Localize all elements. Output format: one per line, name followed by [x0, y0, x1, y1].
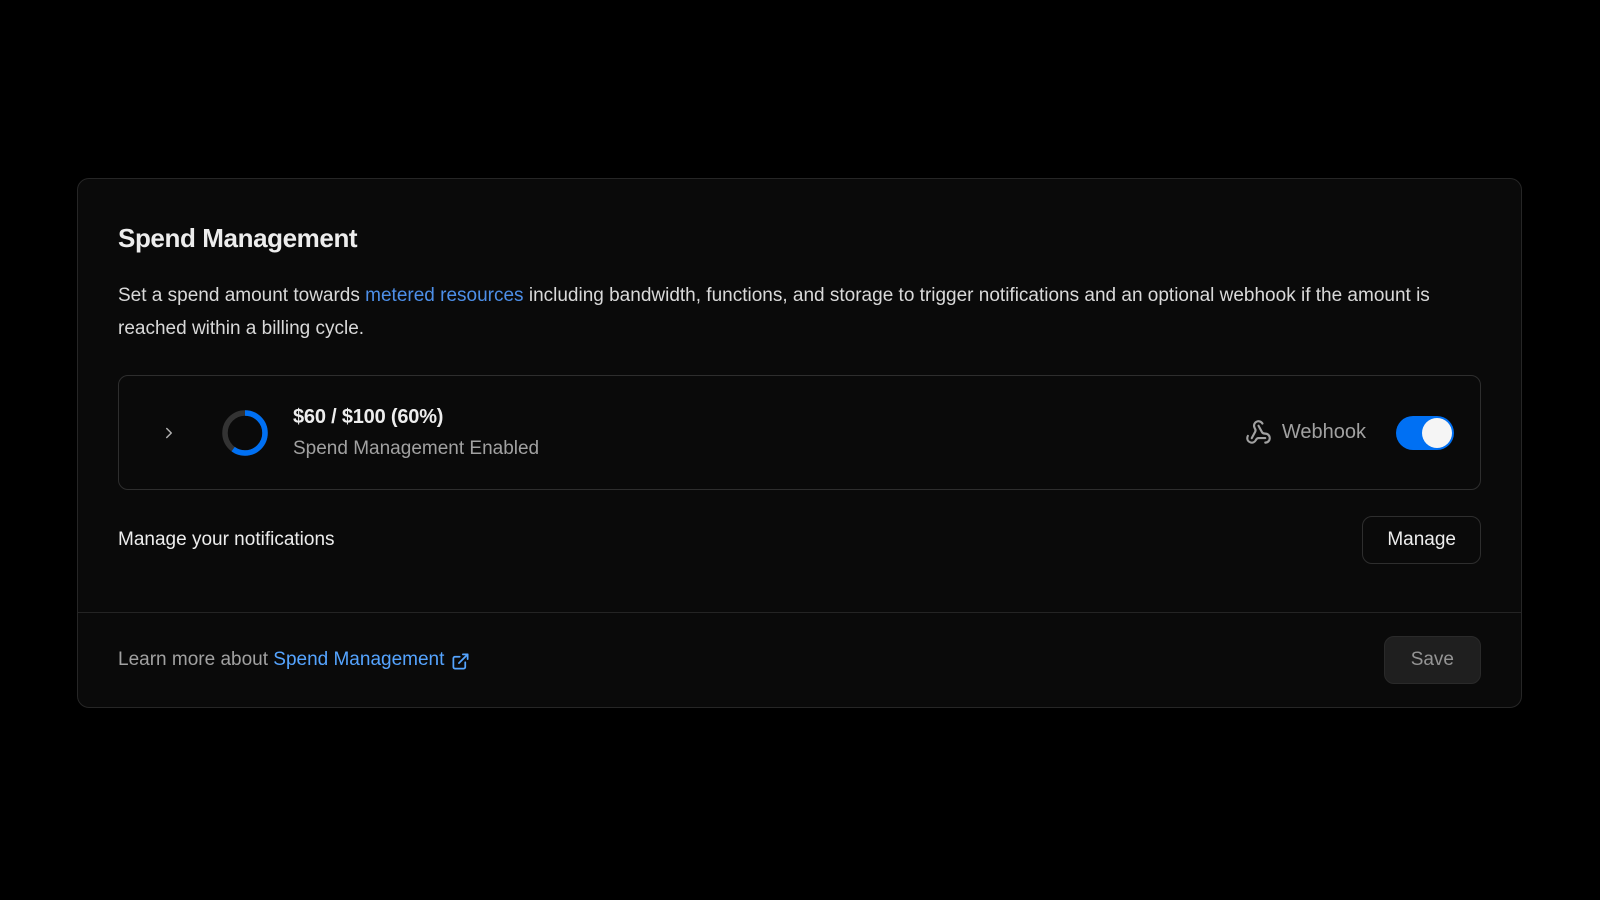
spend-status-textblock: $60 / $100 (60%) Spend Management Enable… [293, 406, 539, 460]
webhook-toggle-knob [1422, 418, 1452, 448]
spend-management-doc-link[interactable]: Spend Management [273, 649, 470, 671]
spend-management-card: Spend Management Set a spend amount towa… [77, 178, 1522, 708]
learn-more-text: Learn more about Spend Management [118, 649, 470, 671]
external-link-icon [451, 652, 470, 671]
save-button[interactable]: Save [1384, 636, 1481, 684]
webhook-group: Webhook [1245, 416, 1454, 450]
learn-more-prefix: Learn more about [118, 649, 273, 670]
description-text-before: Set a spend amount towards [118, 285, 365, 306]
spend-management-link-label: Spend Management [273, 649, 444, 671]
spend-status-text: Spend Management Enabled [293, 438, 539, 460]
card-title: Spend Management [118, 223, 1481, 254]
manage-button[interactable]: Manage [1362, 516, 1481, 564]
card-footer: Learn more about Spend Management Save [78, 612, 1521, 707]
spend-status-panel: $60 / $100 (60%) Spend Management Enable… [118, 375, 1481, 490]
notifications-label: Manage your notifications [118, 529, 335, 551]
spend-amount-text: $60 / $100 (60%) [293, 406, 539, 429]
card-description: Set a spend amount towards metered resou… [118, 279, 1481, 345]
spend-progress-ring [219, 407, 271, 459]
expand-panel-button[interactable] [159, 423, 179, 443]
notifications-row: Manage your notifications Manage [118, 516, 1481, 564]
webhook-icon [1245, 419, 1272, 446]
webhook-toggle[interactable] [1396, 416, 1454, 450]
metered-resources-link[interactable]: metered resources [365, 285, 523, 306]
webhook-label: Webhook [1282, 421, 1366, 444]
chevron-right-icon [160, 424, 178, 442]
page-background: { "colors": { "accent_blue": "#0070f3", … [0, 0, 1600, 900]
